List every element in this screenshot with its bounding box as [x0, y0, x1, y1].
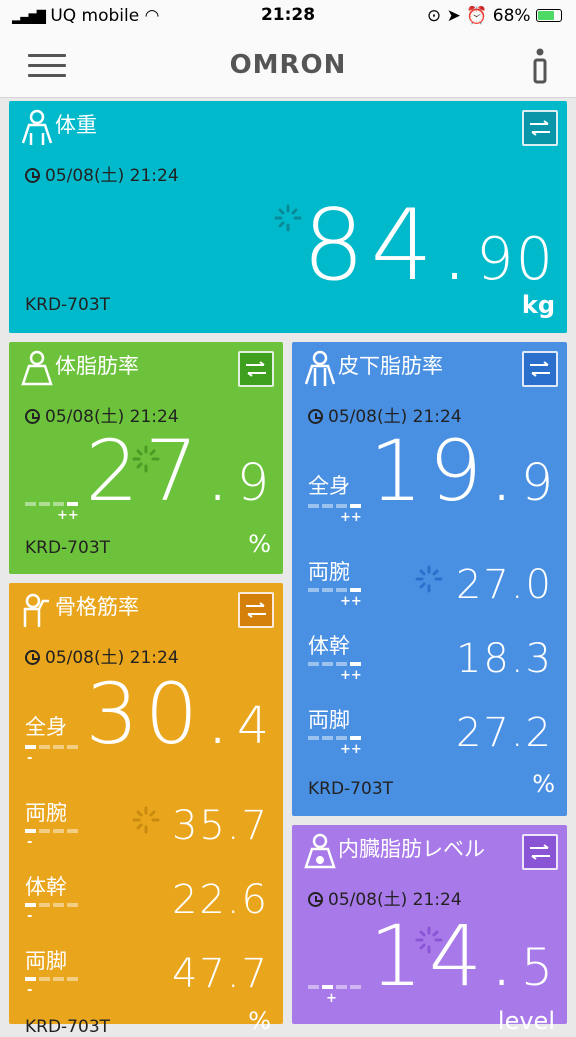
- clock-icon: [25, 168, 40, 183]
- region-label: 両腕: [308, 560, 350, 584]
- app-header: OMRON: [0, 32, 576, 98]
- level-scale: ++: [25, 502, 85, 523]
- loading-spinner-icon: [132, 806, 160, 834]
- region-label: 両腕: [25, 801, 67, 825]
- device-model: KRD-703T: [25, 295, 111, 315]
- lock-rotation-icon: ⊙: [426, 6, 442, 26]
- region-value: 18.3: [455, 636, 553, 682]
- measure-date: 05/08(土) 21:24: [25, 161, 179, 186]
- unit-label: %: [532, 770, 555, 798]
- switch-icon[interactable]: [522, 351, 558, 387]
- device-model: KRD-703T: [25, 1017, 111, 1037]
- unit-label: %: [248, 530, 271, 558]
- card-title: 体脂肪率: [55, 354, 139, 378]
- clock-icon: [25, 650, 40, 665]
- switch-icon[interactable]: [238, 351, 274, 387]
- card-title: 皮下脂肪率: [338, 354, 443, 378]
- region-label: 両脚: [308, 708, 350, 732]
- region-value: 35.7: [171, 803, 269, 849]
- subcutaneous-fat-card[interactable]: 皮下脂肪率 05/08(土) 21:24 全身 ++ 19.9 両腕 ++ 27…: [292, 342, 567, 816]
- visceral-fat-card[interactable]: 内臓脂肪レベル 05/08(土) 21:24 14.5 + level: [292, 825, 567, 1035]
- muscle-whole-value: 30.4: [85, 665, 271, 763]
- location-icon: ➤: [446, 6, 461, 26]
- level-scale: -: [25, 903, 85, 924]
- level-scale: -: [25, 745, 85, 766]
- clock-icon: [25, 409, 40, 424]
- subcut-whole-value: 19.9: [369, 422, 555, 520]
- region-label-whole: 全身: [308, 474, 350, 498]
- card-title: 骨格筋率: [55, 595, 139, 619]
- unit-label: %: [248, 1007, 271, 1035]
- loading-spinner-icon: [415, 565, 443, 593]
- muscle-person-icon: [23, 593, 49, 627]
- weight-card[interactable]: 体重 05/08(土) 21:24 84.90 KRD-703T kg: [9, 101, 567, 333]
- person-icon: [304, 350, 336, 386]
- card-title: 内臓脂肪レベル: [338, 837, 485, 861]
- visceral-person-icon: [304, 833, 336, 869]
- level-scale: -: [25, 977, 85, 998]
- alarm-icon: ⏰: [466, 6, 488, 26]
- region-label: 体幹: [308, 634, 350, 658]
- level-scale: ++: [308, 504, 368, 525]
- bodyfat-value: 27.9: [85, 422, 271, 520]
- level-scale: ++: [308, 588, 368, 609]
- status-bar: ▂▄▆█ UQ mobile ◠ 21:28 ⊙ ➤ ⏰ 68%: [0, 0, 576, 32]
- region-label: 体幹: [25, 875, 67, 899]
- info-icon[interactable]: [530, 44, 550, 88]
- person-icon: [21, 109, 53, 145]
- level-scale: ++: [308, 662, 368, 683]
- clock-icon: [308, 892, 323, 907]
- unit-label: level: [497, 1007, 555, 1035]
- region-label: 両脚: [25, 949, 67, 973]
- region-value: 22.6: [171, 877, 269, 923]
- battery-icon: [536, 9, 562, 22]
- region-value: 27.0: [455, 562, 553, 608]
- bodyfat-card[interactable]: 体脂肪率 05/08(土) 21:24 27.9 ++ KRD-703T %: [9, 342, 283, 574]
- region-label-whole: 全身: [25, 715, 67, 739]
- device-model: KRD-703T: [25, 538, 111, 558]
- loading-spinner-icon: [274, 204, 302, 232]
- app-logo: OMRON: [229, 50, 347, 80]
- level-scale: +: [308, 985, 368, 1006]
- status-right: ⊙ ➤ ⏰ 68%: [427, 6, 562, 26]
- visceral-value: 14.5: [369, 907, 555, 1005]
- battery-percent: 68%: [492, 6, 531, 26]
- region-value: 47.7: [171, 951, 269, 997]
- region-value: 27.2: [455, 710, 553, 756]
- weight-value: 84.90: [302, 189, 555, 303]
- level-scale: ++: [308, 736, 368, 757]
- unit-label: kg: [521, 291, 555, 319]
- switch-icon[interactable]: [238, 592, 274, 628]
- switch-icon[interactable]: [522, 834, 558, 870]
- level-scale: -: [25, 829, 85, 850]
- person-icon: [21, 350, 53, 386]
- device-model: KRD-703T: [308, 779, 394, 799]
- card-title: 体重: [55, 113, 97, 137]
- clock-icon: [308, 409, 323, 424]
- skeletal-muscle-card[interactable]: 骨格筋率 05/08(土) 21:24 全身 - 30.4 両腕 - 35.7 …: [9, 583, 283, 1037]
- switch-icon[interactable]: [522, 110, 558, 146]
